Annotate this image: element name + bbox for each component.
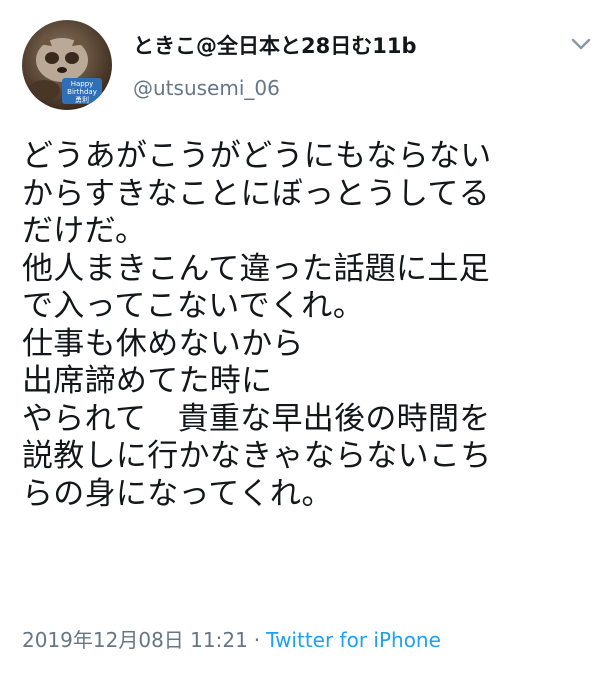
- timestamp[interactable]: 2019年12月08日 11:21: [22, 628, 248, 652]
- avatar-birthday-badge: Happy Birthday 勇利: [62, 78, 102, 104]
- badge-line-1: Happy: [70, 80, 94, 88]
- tweet-text: どうあがこうがどうにもならない からすきなことにぼっとうしてる だけだ。 他人ま…: [22, 138, 492, 512]
- avatar[interactable]: Happy Birthday 勇利: [22, 20, 112, 110]
- chevron-down-icon[interactable]: [570, 36, 592, 52]
- tweet-card: Happy Birthday 勇利 ときこ@全日本と28日む11b @utsus…: [0, 0, 614, 680]
- meta-separator: ·: [253, 628, 261, 652]
- badge-line-2: Birthday: [67, 88, 97, 96]
- user-handle[interactable]: @utsusemi_06: [133, 76, 280, 100]
- tweet-meta: 2019年12月08日 11:21 · Twitter for iPhone: [22, 624, 441, 653]
- source-link[interactable]: Twitter for iPhone: [266, 628, 441, 652]
- badge-line-3: 勇利: [75, 96, 89, 104]
- display-name[interactable]: ときこ@全日本と28日む11b: [133, 30, 416, 60]
